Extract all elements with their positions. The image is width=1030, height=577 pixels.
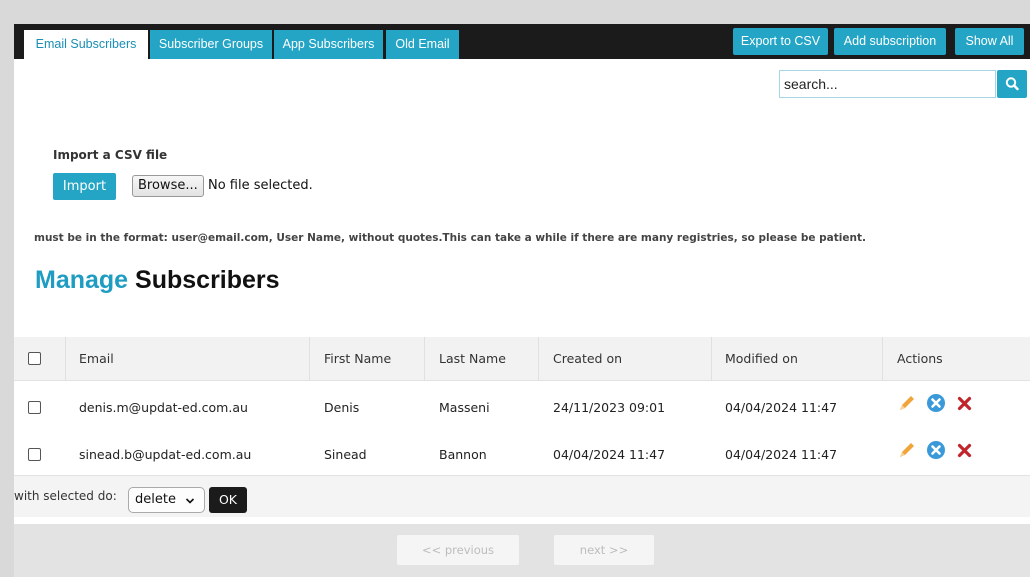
- next-page-button[interactable]: next >>: [554, 535, 654, 565]
- pencil-icon[interactable]: [897, 393, 917, 413]
- table-header: Email First Name Last Name Created on Mo…: [14, 337, 1030, 381]
- search-button[interactable]: [997, 70, 1027, 98]
- table-row: sinead.b@updat-ed.com.au Sinead Bannon 0…: [14, 431, 1030, 478]
- bulk-action-select[interactable]: delete: [128, 487, 205, 513]
- format-note: must be in the format: user@email.com, U…: [34, 232, 866, 244]
- row-modified-on: 04/04/2024 11:47: [725, 400, 838, 415]
- pencil-icon[interactable]: [897, 440, 917, 460]
- row-last-name: Masseni: [439, 400, 490, 415]
- bulk-action-selected: delete: [135, 492, 176, 507]
- tab-app-subscribers[interactable]: App Subscribers: [274, 30, 383, 59]
- column-header-modified-on[interactable]: Modified on: [725, 337, 798, 381]
- tab-subscriber-groups[interactable]: Subscriber Groups: [150, 30, 272, 59]
- row-modified-on: 04/04/2024 11:47: [725, 447, 838, 462]
- add-subscription-button[interactable]: Add subscription: [834, 28, 946, 55]
- top-nav-bar: Email Subscribers Subscriber Groups App …: [14, 24, 1030, 59]
- chevron-down-icon: [185, 498, 195, 504]
- row-checkbox[interactable]: [28, 401, 41, 414]
- pagination: << previous next >>: [14, 524, 1030, 577]
- column-header-email[interactable]: Email: [79, 337, 114, 381]
- row-email: denis.m@updat-ed.com.au: [79, 400, 248, 415]
- column-header-first-name[interactable]: First Name: [324, 337, 391, 381]
- import-button[interactable]: Import: [53, 173, 116, 200]
- delete-x-icon[interactable]: [957, 396, 972, 411]
- column-header-created-on[interactable]: Created on: [553, 337, 622, 381]
- column-divider: [538, 337, 539, 381]
- select-all-checkbox[interactable]: [28, 352, 41, 365]
- column-divider: [882, 337, 883, 381]
- row-last-name: Bannon: [439, 447, 487, 462]
- row-first-name: Denis: [324, 400, 360, 415]
- row-created-on: 24/11/2023 09:01: [553, 400, 666, 415]
- file-status: No file selected.: [208, 178, 313, 193]
- column-header-actions: Actions: [897, 351, 943, 366]
- cancel-circle-icon[interactable]: [926, 393, 946, 413]
- column-divider: [309, 337, 310, 381]
- cancel-circle-icon[interactable]: [926, 440, 946, 460]
- column-divider: [711, 337, 712, 381]
- row-checkbox[interactable]: [28, 448, 41, 461]
- export-csv-button[interactable]: Export to CSV: [733, 28, 828, 55]
- page-title-accent: Manage: [35, 266, 129, 294]
- row-email: sinead.b@updat-ed.com.au: [79, 447, 252, 462]
- column-divider: [65, 337, 66, 381]
- page-title: Manage Subscribers: [35, 266, 280, 295]
- main-frame: Email Subscribers Subscriber Groups App …: [14, 24, 1030, 577]
- row-created-on: 04/04/2024 11:47: [553, 447, 666, 462]
- tab-old-email[interactable]: Old Email: [386, 30, 459, 59]
- column-header-last-name[interactable]: Last Name: [439, 337, 506, 381]
- page-title-rest: Subscribers: [135, 266, 280, 294]
- bulk-action-label: with selected do:: [14, 489, 117, 503]
- row-first-name: Sinead: [324, 447, 367, 462]
- delete-x-icon[interactable]: [957, 443, 972, 458]
- ok-button[interactable]: OK: [209, 487, 247, 513]
- column-divider: [424, 337, 425, 381]
- previous-page-button[interactable]: << previous: [397, 535, 519, 565]
- browse-button[interactable]: Browse...: [132, 175, 204, 197]
- show-all-button[interactable]: Show All: [955, 28, 1024, 55]
- table-row: denis.m@updat-ed.com.au Denis Masseni 24…: [14, 384, 1030, 431]
- tab-email-subscribers[interactable]: Email Subscribers: [24, 30, 148, 59]
- search-input[interactable]: [779, 70, 996, 98]
- import-heading: Import a CSV file: [53, 148, 168, 162]
- search-icon: [1005, 77, 1019, 91]
